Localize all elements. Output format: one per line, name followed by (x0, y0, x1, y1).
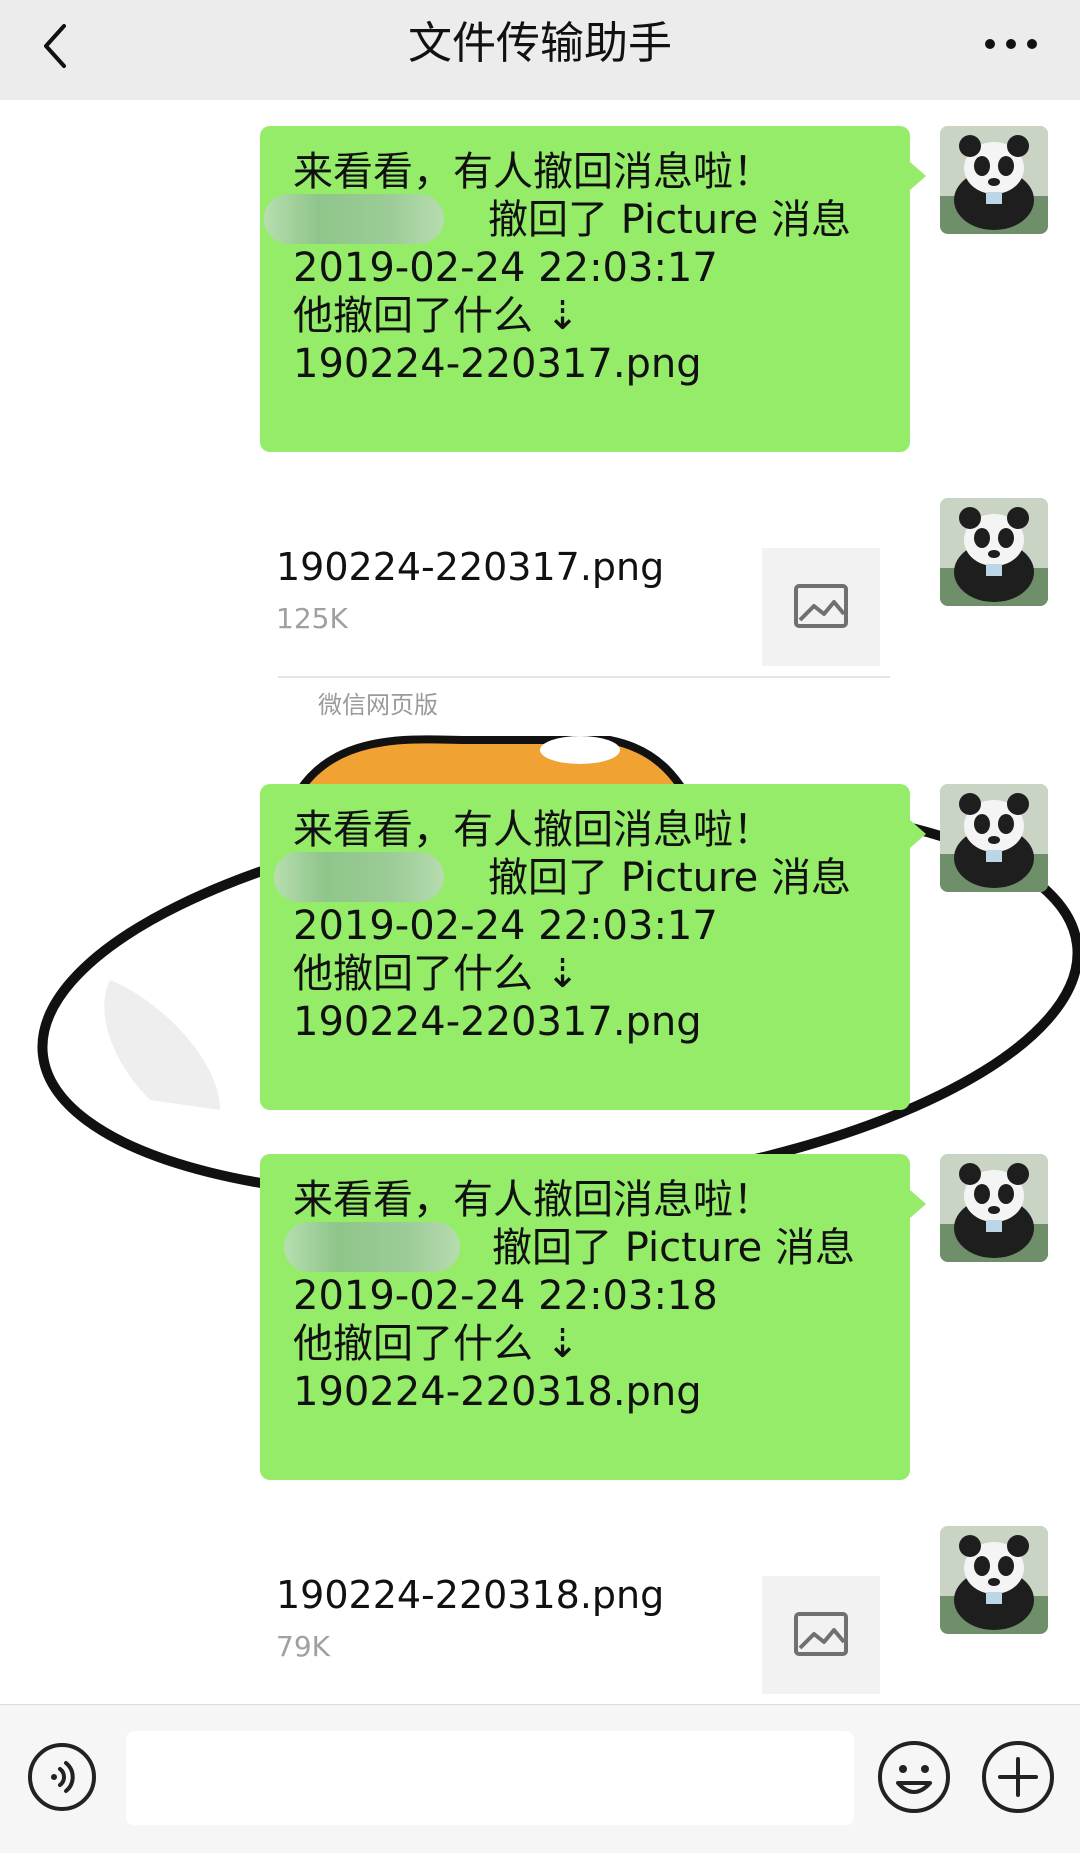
message-line: 2019-02-24 22:03:17 (293, 903, 718, 949)
blurred-sender-name (274, 852, 444, 902)
more-actions-button[interactable] (980, 1739, 1056, 1815)
nav-bar: 文件传输助手 (0, 0, 1080, 100)
voice-button[interactable] (26, 1741, 98, 1813)
message-line: 2019-02-24 22:03:17 (293, 245, 718, 291)
message-line: 他撤回了什么 ⇣ (293, 951, 580, 997)
blurred-sender-name (284, 1222, 460, 1272)
avatar[interactable] (940, 126, 1048, 234)
bubble-tail (910, 1190, 926, 1218)
more-dots-icon (985, 39, 1037, 49)
message-line: 2019-02-24 22:03:18 (293, 1273, 718, 1319)
voice-icon (28, 1743, 96, 1811)
bubble-tail (910, 534, 926, 562)
file-name: 190224-220318.png (276, 1573, 665, 1617)
more-button[interactable] (976, 22, 1046, 66)
message-link[interactable]: 190224-220318.png (293, 1368, 702, 1416)
bubble-tail (910, 1562, 926, 1590)
blurred-sender-name (264, 194, 444, 244)
message-line: 撤回了 Picture 消息 (488, 197, 851, 243)
avatar[interactable] (940, 784, 1048, 892)
panda-avatar-image (940, 126, 1048, 234)
message-bubble[interactable]: 来看看，有人撤回消息啦！ 撤回了 Picture 消息 2019-02-24 2… (260, 126, 926, 452)
message-bubble[interactable]: 来看看，有人撤回消息啦！ 撤回了 Picture 消息 2019-02-24 2… (260, 784, 926, 1110)
chat-area[interactable]: 来看看，有人撤回消息啦！ 撤回了 Picture 消息 2019-02-24 2… (0, 100, 1080, 1704)
message-line: 撤回了 Picture 消息 (488, 855, 851, 901)
message-bubble[interactable]: 来看看，有人撤回消息啦！ 撤回了 Picture 消息 2019-02-24 2… (260, 1154, 926, 1480)
panda-avatar-image (940, 784, 1048, 892)
avatar[interactable] (940, 498, 1048, 606)
input-bar (0, 1704, 1080, 1853)
bubble-tail (910, 820, 926, 848)
panda-avatar-image (940, 1154, 1048, 1262)
message-line: 来看看，有人撤回消息啦！ (293, 807, 773, 853)
file-name: 190224-220317.png (276, 545, 665, 589)
emoji-icon (878, 1741, 950, 1813)
divider (278, 676, 890, 678)
avatar[interactable] (940, 1526, 1048, 1634)
message-line: 他撤回了什么 ⇣ (293, 293, 580, 339)
bubble-tail (910, 162, 926, 190)
image-icon (794, 584, 848, 628)
plus-icon (982, 1741, 1054, 1813)
message-line: 撤回了 Picture 消息 (492, 1225, 855, 1271)
message-line: 来看看，有人撤回消息啦！ (293, 1177, 773, 1223)
message-line: 来看看，有人撤回消息啦！ (293, 149, 773, 195)
message-input[interactable] (126, 1731, 854, 1825)
image-icon (794, 1612, 848, 1656)
message-link[interactable]: 190224-220317.png (293, 340, 702, 388)
chat-title: 文件传输助手 (408, 18, 672, 69)
message-link[interactable]: 190224-220317.png (293, 998, 702, 1046)
file-thumbnail (762, 1576, 880, 1694)
emoji-button[interactable] (876, 1739, 952, 1815)
file-message-card[interactable]: 190224-220318.png 79K (260, 1526, 926, 1704)
message-line: 他撤回了什么 ⇣ (293, 1321, 580, 1367)
panda-avatar-image (940, 498, 1048, 606)
file-thumbnail (762, 548, 880, 666)
panda-avatar-image (940, 1526, 1048, 1634)
file-size: 125K (276, 602, 348, 635)
file-size: 79K (276, 1630, 330, 1663)
file-message-card[interactable]: 190224-220317.png 125K 微信网页版 (260, 498, 926, 724)
file-source-label: 微信网页版 (318, 691, 438, 719)
avatar[interactable] (940, 1154, 1048, 1262)
